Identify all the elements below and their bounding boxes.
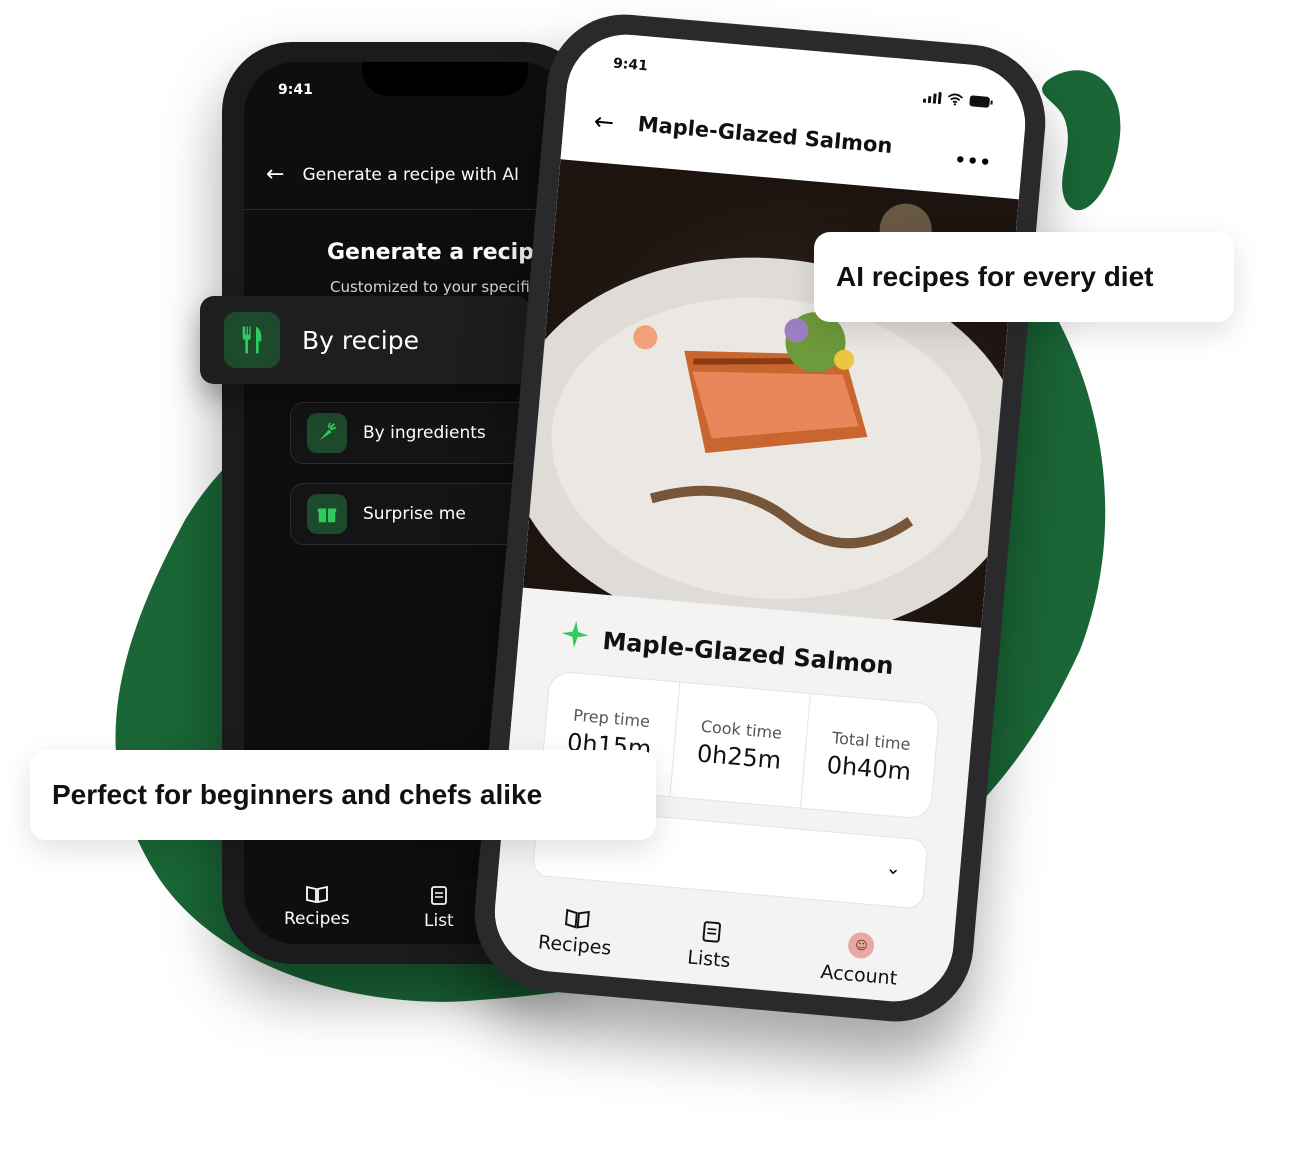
option-label: By ingredients [363,423,486,443]
back-header: ← Generate a recipe with AI [266,162,519,187]
status-time: 9:41 [612,55,649,75]
header-title: Maple-Glazed Salmon [636,111,894,159]
chevron-down-icon[interactable]: ⌄ [885,857,902,879]
time-label: Total time [831,727,912,754]
carrot-icon [307,413,347,453]
callout-ai-recipes: AI recipes for every diet [814,232,1234,322]
nav-lists[interactable]: Lists [686,917,733,972]
clipboard-icon [430,886,447,905]
back-arrow-icon[interactable]: ← [593,107,615,137]
header-title: Generate a recipe with AI [302,164,519,185]
signal-icon [922,91,942,105]
time-value: 0h40m [825,750,913,786]
option-label: By recipe [302,325,419,355]
time-label: Cook time [700,716,783,743]
generate-subheading: Customized to your specifica [330,278,548,296]
cook-time: Cook time 0h25m [670,682,811,808]
status-icons [922,91,994,109]
nav-label: Recipes [284,909,350,929]
sparkle-icon [561,621,589,648]
front-phone-screen: 9:41 ← Maple-Glazed Salmon ••• Maple-Gla… [489,29,1031,1007]
nav-label: List [424,911,454,931]
time-value: 0h25m [695,738,783,775]
nav-recipes[interactable]: Recipes [284,884,350,929]
callout-beginners: Perfect for beginners and chefs alike [30,750,656,840]
option-label: Surprise me [363,504,466,524]
wifi-icon [947,93,964,106]
front-phone: 9:41 ← Maple-Glazed Salmon ••• Maple-Gla… [468,8,1052,1028]
time-label: Prep time [572,705,651,731]
back-arrow-icon[interactable]: ← [266,162,284,187]
nav-label: Lists [686,946,732,973]
utensils-icon [224,312,280,368]
book-icon [564,908,590,929]
header-divider [244,209,572,210]
book-icon [305,885,328,904]
avatar: ☺ [847,931,876,960]
more-options-icon[interactable]: ••• [954,150,993,174]
salmon-dish-photo [522,159,1019,638]
phone-notch [362,62,528,96]
gift-icon [307,494,347,534]
status-time: 9:41 [278,82,313,98]
nav-account[interactable]: ☺ Account [820,929,901,990]
nav-list[interactable]: List [424,884,454,931]
nav-recipes[interactable]: Recipes [537,904,614,960]
clipboard-icon [702,921,721,943]
total-time: Total time 0h40m [801,694,940,819]
battery-icon [969,95,993,108]
option-by-recipe[interactable]: By recipe [200,296,530,384]
